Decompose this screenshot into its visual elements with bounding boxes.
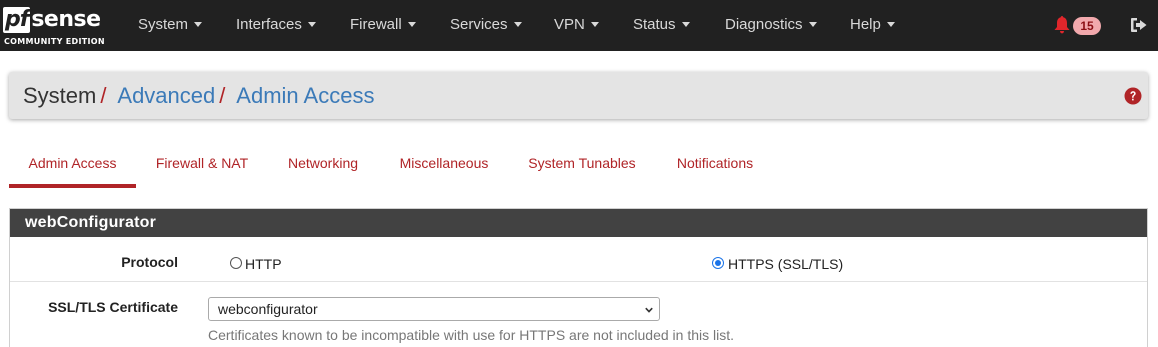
chevron-down-icon bbox=[645, 307, 653, 313]
caret-down-icon bbox=[194, 21, 203, 27]
nav-label: System bbox=[138, 16, 189, 33]
tab-system-tunables[interactable]: System Tunables bbox=[518, 144, 646, 188]
ssl-certificate-help: Certificates known to be incompatible wi… bbox=[208, 327, 735, 343]
breadcrumb-separator: / bbox=[219, 83, 226, 108]
breadcrumb-separator: / bbox=[100, 83, 107, 108]
nav-system[interactable]: System bbox=[138, 0, 203, 51]
nav-diagnostics[interactable]: Diagnostics bbox=[725, 0, 817, 51]
breadcrumb-admin-access[interactable]: Admin Access bbox=[236, 83, 374, 108]
ssl-certificate-label: SSL/TLS Certificate bbox=[48, 299, 178, 315]
caret-down-icon bbox=[681, 21, 690, 27]
nav-firewall[interactable]: Firewall bbox=[350, 0, 416, 51]
nav-help[interactable]: Help bbox=[850, 0, 895, 51]
notification-count-badge[interactable]: 15 bbox=[1073, 17, 1101, 35]
caret-down-icon bbox=[513, 21, 522, 27]
tab-miscellaneous[interactable]: Miscellaneous bbox=[388, 144, 500, 188]
nav-vpn[interactable]: VPN bbox=[554, 0, 599, 51]
radio-https[interactable] bbox=[712, 257, 724, 269]
tab-notifications[interactable]: Notifications bbox=[664, 144, 766, 188]
tab-admin-access[interactable]: Admin Access bbox=[9, 144, 136, 188]
caret-down-icon bbox=[307, 21, 316, 27]
protocol-label: Protocol bbox=[121, 254, 178, 270]
protocol-row: Protocol HTTP HTTPS (SSL/TLS) bbox=[10, 237, 1147, 282]
caret-down-icon bbox=[886, 21, 895, 27]
caret-down-icon bbox=[808, 21, 817, 27]
nav-label: Services bbox=[450, 16, 508, 33]
ssl-certificate-select[interactable]: webconfigurator bbox=[208, 297, 660, 321]
logo-sense: sense bbox=[31, 7, 101, 32]
radio-http[interactable] bbox=[230, 257, 242, 269]
ssl-certificate-value: webconfigurator bbox=[218, 301, 318, 317]
radio-https-label[interactable]: HTTPS (SSL/TLS) bbox=[728, 256, 843, 272]
nav-label: Firewall bbox=[350, 16, 402, 33]
logout-icon[interactable] bbox=[1129, 15, 1149, 35]
nav-label: Diagnostics bbox=[725, 16, 803, 33]
logo-pf: pf bbox=[3, 7, 31, 33]
breadcrumb-root: System bbox=[23, 83, 97, 108]
logo-edition: COMMUNITY EDITION bbox=[4, 37, 105, 46]
top-navbar: pf sense COMMUNITY EDITION System Interfa… bbox=[0, 0, 1158, 51]
caret-down-icon bbox=[407, 21, 416, 27]
nav-label: Status bbox=[633, 16, 676, 33]
nav-label: Interfaces bbox=[236, 16, 302, 33]
bell-icon[interactable] bbox=[1054, 16, 1070, 34]
nav-interfaces[interactable]: Interfaces bbox=[236, 0, 316, 51]
nav-label: Help bbox=[850, 16, 881, 33]
breadcrumb: System / Advanced / Admin Access bbox=[23, 72, 374, 119]
caret-down-icon bbox=[590, 21, 599, 27]
radio-http-label[interactable]: HTTP bbox=[245, 256, 282, 272]
nav-services[interactable]: Services bbox=[450, 0, 522, 51]
panel-title: webConfigurator bbox=[10, 209, 1147, 237]
pfsense-logo[interactable]: pf sense COMMUNITY EDITION bbox=[3, 5, 111, 47]
breadcrumb-advanced[interactable]: Advanced bbox=[117, 83, 215, 108]
nav-status[interactable]: Status bbox=[633, 0, 690, 51]
nav-label: VPN bbox=[554, 16, 585, 33]
breadcrumb-bar: System / Advanced / Admin Access bbox=[9, 72, 1148, 119]
tab-networking[interactable]: Networking bbox=[276, 144, 370, 188]
help-circle-icon[interactable] bbox=[1124, 87, 1142, 105]
tab-firewall-nat[interactable]: Firewall & NAT bbox=[146, 144, 258, 188]
webconfigurator-panel: webConfigurator Protocol HTTP HTTPS (SSL… bbox=[9, 208, 1148, 347]
